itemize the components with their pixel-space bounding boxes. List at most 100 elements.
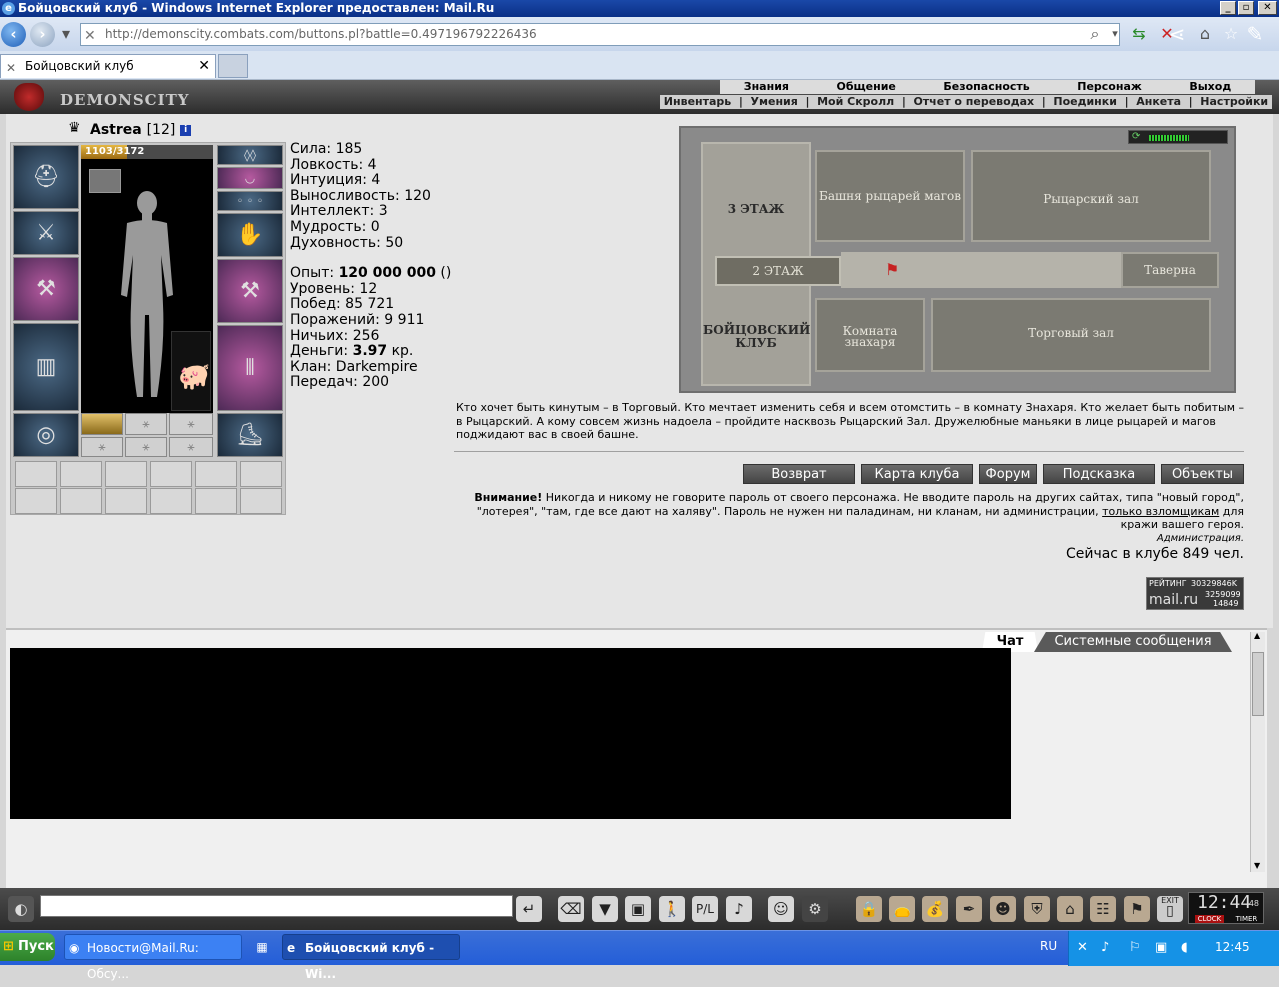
search-icon[interactable]: ⌕ <box>1084 23 1106 45</box>
submenu-inventory[interactable]: Инвентарь <box>664 95 731 109</box>
system-clock[interactable]: 12:45 <box>1215 940 1250 954</box>
volume-icon[interactable]: ♪ <box>1101 940 1109 955</box>
close-window-button[interactable]: ✕ <box>1258 1 1277 15</box>
scroll-down-icon[interactable]: ▼ <box>1254 861 1260 870</box>
submenu-scroll[interactable]: Мой Скролл <box>817 95 894 109</box>
treasure-icon[interactable]: 💰 <box>922 896 948 922</box>
home-icon[interactable]: ⌂ <box>1194 23 1216 45</box>
bag-slot[interactable] <box>60 461 102 487</box>
legs-slot[interactable]: ⫴ <box>217 325 283 411</box>
scroll-slot-6[interactable]: ⚹ <box>169 437 213 457</box>
url-input[interactable]: ✕ http://demonscity.combats.com/buttons.… <box>80 23 1120 46</box>
taskbar-item-app[interactable]: ▦ <box>250 934 274 960</box>
bag-slot[interactable] <box>105 461 147 487</box>
amulet-slot[interactable] <box>89 169 121 193</box>
mask-icon[interactable]: ☻ <box>990 896 1016 922</box>
refresh-icon[interactable]: ⟳ <box>1132 131 1140 142</box>
helmet-slot[interactable]: ⛑ <box>13 145 79 209</box>
scroll-icon[interactable]: ✒ <box>956 896 982 922</box>
edit-pencil-icon[interactable]: ✎ <box>1244 23 1266 45</box>
floor2-button[interactable]: 2 ЭТАЖ <box>715 256 841 286</box>
walk-icon[interactable]: 🚶 <box>659 896 685 922</box>
club-map-button[interactable]: Карта клуба <box>861 464 973 484</box>
maximize-button[interactable]: ▫ <box>1238 1 1254 15</box>
save-icon[interactable]: ▣ <box>625 896 651 922</box>
exit-button[interactable]: EXIT ▯ <box>1157 896 1183 922</box>
tab-close-icon[interactable]: ✕ <box>198 55 210 77</box>
submenu-skills[interactable]: Умения <box>751 95 798 109</box>
floor3-label[interactable]: 3 ЭТАЖ <box>721 202 791 216</box>
taskbar-item-news[interactable]: ◉ Новости@Mail.Ru: Обсу... <box>64 934 242 981</box>
belt-slot[interactable]: ◎ <box>13 413 79 457</box>
chat-scrollbar[interactable]: ▲ ▼ <box>1250 631 1265 872</box>
start-button[interactable]: ⊞ Пуск <box>0 933 55 961</box>
warning-link[interactable]: только взломщикам <box>1102 505 1219 518</box>
tab-system-messages[interactable]: Системные сообщения <box>1034 632 1232 652</box>
gloves-slot[interactable]: ✋ <box>217 213 283 257</box>
room-knights-hall[interactable]: Рыцарский зал <box>971 150 1211 242</box>
bag-slot[interactable] <box>150 488 192 514</box>
character-info-button[interactable]: i <box>180 124 192 136</box>
game-clock[interactable]: 12:44 48 CLOCK TIMER <box>1188 892 1264 924</box>
filter-icon[interactable]: ▼ <box>592 896 618 922</box>
scroll-slot-4[interactable]: ⚹ <box>81 437 123 457</box>
bracers-slot[interactable]: ⚔ <box>13 211 79 255</box>
room-tavern[interactable]: Таверна <box>1121 252 1219 288</box>
menu-exit[interactable]: Выход <box>1183 80 1237 94</box>
clear-icon[interactable]: ⌫ <box>558 896 584 922</box>
bag-slot[interactable] <box>15 461 57 487</box>
return-button[interactable]: Возврат <box>743 464 855 484</box>
scroll-slot-1[interactable] <box>81 413 123 435</box>
smiley-icon[interactable]: ☺ <box>768 896 794 922</box>
bag-slot[interactable] <box>195 461 237 487</box>
menu-communication[interactable]: Общение <box>830 80 901 94</box>
share-icon[interactable]: ⋖ <box>1166 23 1188 45</box>
flag-icon[interactable]: ⚑ <box>1124 896 1150 922</box>
submenu-profile[interactable]: Анкета <box>1136 95 1181 109</box>
history-dropdown-icon[interactable]: ▾ <box>58 23 74 45</box>
tray-x-icon[interactable]: ✕ <box>1077 940 1088 955</box>
room-healer[interactable]: Комната знахаря <box>815 298 925 372</box>
new-tab-button[interactable] <box>218 54 248 78</box>
scroll-up-icon[interactable]: ▲ <box>1254 631 1260 640</box>
send-enter-icon[interactable]: ↵ <box>516 896 542 922</box>
submenu-transfers[interactable]: Отчет о переводах <box>913 95 1034 109</box>
house-icon[interactable]: ⌂ <box>1057 896 1083 922</box>
menu-knowledge[interactable]: Знания <box>738 80 795 94</box>
network-icon[interactable]: ▣ <box>1155 940 1167 955</box>
chat-input[interactable] <box>40 895 513 917</box>
bag-slot[interactable] <box>195 488 237 514</box>
character-doll[interactable]: 🐖 <box>81 145 213 413</box>
rings-slot[interactable]: ◦ ◦ ◦ <box>217 191 283 211</box>
room-tower[interactable]: Башня рыцарей магов <box>815 150 965 242</box>
right-weapon-slot[interactable]: ⚒ <box>217 259 283 323</box>
submenu-battles[interactable]: Поединки <box>1053 95 1117 109</box>
scroll-slot-5[interactable]: ⚹ <box>125 437 167 457</box>
scroll-thumb[interactable] <box>1252 652 1264 716</box>
boots-slot[interactable]: ⛸ <box>217 413 283 457</box>
bag-slot[interactable] <box>60 488 102 514</box>
sound-icon[interactable]: ◖ <box>1181 940 1188 955</box>
earrings-slot[interactable]: ◊◊ <box>217 145 283 165</box>
timer-tab[interactable]: TIMER <box>1236 915 1258 923</box>
favorites-star-icon[interactable]: ☆ <box>1220 23 1242 45</box>
shield-icon[interactable]: ⛨ <box>1024 896 1050 922</box>
security-icon[interactable]: ⚐ <box>1129 940 1141 955</box>
tab-active[interactable]: ✕ Бойцовский клуб ✕ <box>0 54 216 78</box>
pet-slot[interactable]: 🐖 <box>171 331 211 411</box>
armor-slot[interactable]: ▥ <box>13 323 79 411</box>
bag-slot[interactable] <box>105 488 147 514</box>
group-icon[interactable]: ☷ <box>1090 896 1116 922</box>
objects-button[interactable]: Объекты <box>1161 464 1244 484</box>
url-dropdown-icon[interactable]: ▾ <box>1104 23 1126 45</box>
forward-button[interactable]: › <box>30 22 55 47</box>
chat-mode-icon[interactable]: ◐ <box>8 896 34 922</box>
taskbar-item-fightclub[interactable]: e Бойцовский клуб - Wi... <box>282 934 460 981</box>
bag-slot[interactable] <box>150 461 192 487</box>
menu-character[interactable]: Персонаж <box>1071 80 1148 94</box>
bag-slot[interactable] <box>15 488 57 514</box>
bag-slot[interactable] <box>240 461 282 487</box>
compat-view-icon[interactable]: ⇆ <box>1128 23 1150 45</box>
language-indicator[interactable]: RU <box>1040 939 1057 953</box>
hint-button[interactable]: Подсказка <box>1043 464 1155 484</box>
